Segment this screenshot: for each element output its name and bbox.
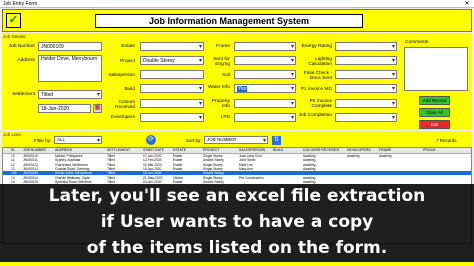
job-number-label: Job Number — [8, 44, 35, 49]
bottom-strip — [0, 262, 474, 266]
water-info-label: Water Info — [208, 85, 230, 90]
salesperson-field[interactable] — [140, 70, 204, 79]
colours-received-dropdown[interactable] — [140, 99, 204, 108]
estate-label: Estate — [121, 44, 135, 49]
caption-line-3: of the items listed on the form. — [86, 238, 388, 258]
p1-invoice-label: P1 Invoice MD — [300, 87, 332, 92]
filter-dropdown[interactable]: ALL — [54, 136, 102, 144]
sort-dropdown[interactable]: JOB NUMBER — [204, 136, 268, 144]
add-record-button[interactable]: Add Record — [419, 96, 450, 105]
window-title: Job Entry Form — [3, 1, 38, 7]
calendar-icon[interactable]: ▦ — [93, 104, 102, 113]
frame-label: Frame — [216, 44, 230, 49]
energy-rating-label: Energy Rating — [301, 44, 332, 49]
window-titlebar: Job Entry Form ✕ — [0, 0, 474, 8]
sort-direction-icon[interactable]: ⇅ — [272, 136, 281, 145]
address-label: Address — [17, 58, 35, 63]
lpd-label: LPD — [220, 115, 230, 120]
water-info-dropdown[interactable]: Yes — [234, 84, 296, 93]
p1-invoice-dropdown[interactable] — [335, 84, 397, 93]
lighting-calculation-dropdown[interactable] — [335, 56, 397, 65]
job-number-field[interactable]: JN000109 — [38, 42, 102, 51]
final-check-label: Final Check - Docs Sent — [303, 71, 332, 81]
soil-dropdown[interactable] — [234, 70, 296, 79]
column-header[interactable]: PROJECT — [203, 148, 219, 153]
column-header[interactable]: JOB NUMBER — [23, 148, 46, 153]
colours-received-label: Colours Received — [115, 100, 135, 110]
clear-all-button[interactable]: Clear All — [419, 108, 450, 117]
exit-button[interactable]: Exit — [419, 120, 450, 129]
caption-overlay: Later, you'll see an excel file extracti… — [0, 184, 474, 266]
sent-for-eng-label: Sent for Eng'ng — [213, 57, 230, 67]
developers-dropdown[interactable] — [140, 113, 204, 122]
p2-invoice-dropdown[interactable] — [335, 99, 397, 108]
property-info-dropdown[interactable] — [234, 99, 296, 108]
lpd-dropdown[interactable] — [234, 113, 296, 122]
lighting-calculation-label: Lighting Calculation — [308, 57, 332, 67]
column-header[interactable]: COLOURS RECEIVED — [303, 148, 339, 153]
build-dropdown[interactable] — [140, 84, 204, 93]
comments-label: Comments — [405, 40, 429, 45]
job-details-heading: Job Details: — [3, 34, 27, 39]
developers-label: Developers — [110, 115, 135, 120]
project-dropdown[interactable]: Double Storey — [140, 56, 204, 65]
address-field[interactable]: Helder Drive, Merrybourn — [38, 55, 102, 82]
caption-line-2: if User wants to have a copy — [100, 212, 374, 232]
final-check-dropdown[interactable] — [335, 70, 397, 79]
build-label: Build — [124, 87, 135, 92]
column-header[interactable]: START DATE — [143, 148, 164, 153]
project-label: Project — [120, 59, 135, 64]
column-header[interactable]: FRAME — [379, 148, 391, 153]
refresh-icon[interactable]: ⟳ — [146, 135, 156, 145]
settlement-dropdown[interactable]: Titled — [38, 90, 102, 99]
column-header[interactable]: SALESPERSON — [239, 148, 265, 153]
column-header[interactable]: SL — [11, 148, 15, 153]
record-count: 7 Records — [436, 138, 457, 143]
job-entry-window: Job Entry Form ✕ ✓ Job Information Manag… — [0, 0, 474, 266]
column-header[interactable]: DEVELOPERS — [347, 148, 371, 153]
job-completion-dropdown[interactable] — [335, 113, 397, 122]
column-header[interactable]: SETTLEMENT — [107, 148, 130, 153]
column-header[interactable]: ADDRESS — [55, 148, 72, 153]
water-info-value: Yes — [237, 86, 248, 92]
sort-label: Sort by: — [186, 138, 202, 143]
page-title: Job Information Management System — [95, 14, 363, 28]
job-lists-heading: Job Lists: — [3, 132, 23, 137]
job-completion-label: Job Completion — [298, 113, 332, 118]
estate-dropdown[interactable] — [140, 42, 204, 51]
soil-label: Soil — [222, 73, 230, 78]
column-header[interactable]: BUILD — [273, 148, 283, 153]
column-header[interactable]: ESTATE — [173, 148, 186, 153]
caption-line-1: Later, you'll see an excel file extracti… — [48, 186, 426, 206]
close-icon[interactable]: ✕ — [462, 0, 472, 8]
date-field[interactable]: 18-Jun-2020 — [38, 104, 91, 113]
checkbox-logo-icon: ✓ — [6, 13, 21, 28]
comments-textarea[interactable] — [404, 47, 468, 91]
frame-dropdown[interactable] — [234, 42, 296, 51]
settlement-label: Settlement — [12, 92, 35, 97]
salesperson-label: Salesperson — [108, 73, 135, 78]
property-info-label: Property Info — [211, 99, 230, 109]
sent-for-eng-dropdown[interactable] — [234, 56, 296, 65]
energy-rating-dropdown[interactable] — [335, 42, 397, 51]
filter-label: Filter by: — [34, 138, 52, 143]
p2-invoice-label: P2 Invoice Complete — [309, 99, 332, 109]
column-header[interactable]: PROLM — [423, 148, 435, 153]
